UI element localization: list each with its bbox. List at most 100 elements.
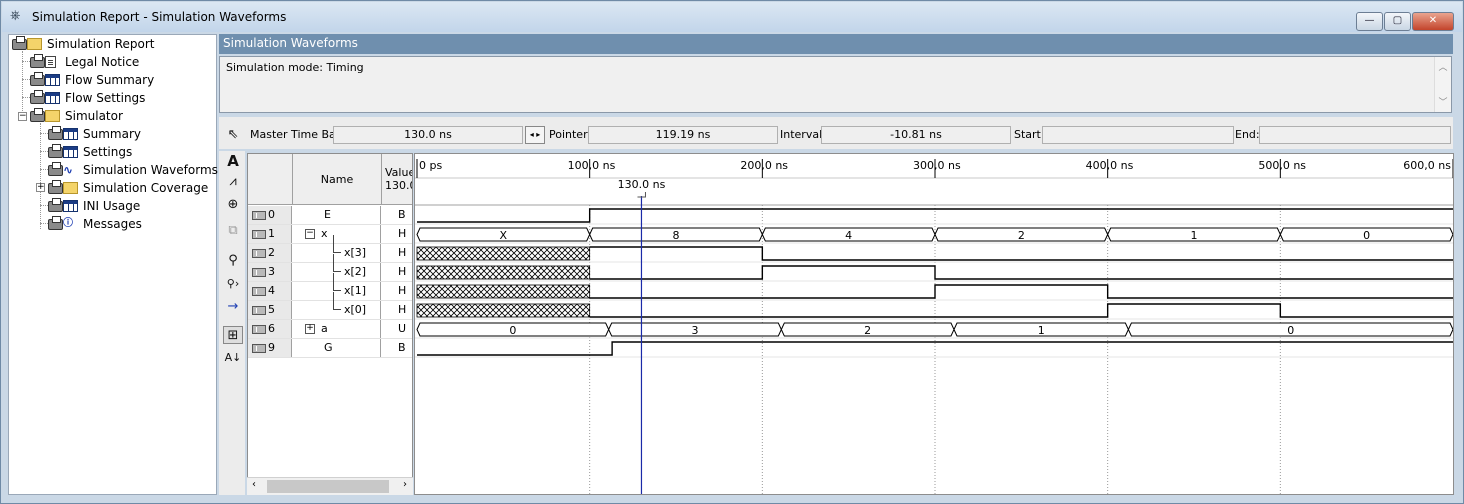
signal-id: 0	[248, 206, 292, 224]
sort-icon[interactable]: A↓	[223, 349, 243, 367]
copy-icon[interactable]: ⧉	[223, 222, 243, 240]
table-icon	[30, 90, 62, 105]
signal-row-G[interactable]: 9 G B	[248, 339, 412, 358]
tree-item-ini-usage[interactable]: INI Usage	[48, 197, 140, 215]
signal-row-x2[interactable]: 3 x[2] H	[248, 254, 412, 282]
tree-line	[40, 123, 41, 229]
id-column-header	[248, 154, 293, 205]
expand-coverage-icon[interactable]: +	[36, 183, 45, 192]
pin-icon	[252, 324, 266, 334]
signal-value: H	[398, 246, 407, 259]
tree-item-messages[interactable]: ⓘ Messages	[48, 215, 142, 233]
waveform-x2	[416, 265, 1453, 280]
document-icon	[30, 54, 62, 69]
pin-icon	[252, 267, 266, 277]
scroll-left-icon[interactable]: ‹	[252, 479, 256, 490]
time-bar-step-buttons[interactable]: ◂ ▸	[525, 126, 545, 144]
unknown-state	[416, 303, 591, 318]
signal-row-a[interactable]: 6 + a U	[248, 320, 412, 339]
bus-value-label: 2	[864, 324, 871, 337]
find-icon[interactable]: ⚲	[223, 252, 243, 270]
signal-name: x[0]	[293, 292, 381, 319]
signal-value: H	[398, 265, 407, 278]
signal-id: 6	[248, 320, 292, 338]
tree-item-legal-notice[interactable]: Legal Notice	[30, 53, 139, 71]
value-column-header[interactable]: Value 130.0	[382, 154, 412, 205]
unknown-state	[416, 246, 591, 261]
name-panel-scrollbar[interactable]: ‹ ›	[247, 477, 413, 495]
signal-id: 5	[248, 301, 292, 319]
start-field[interactable]	[1042, 126, 1234, 144]
waveform-x: X 8 4 2 1 0	[416, 227, 1453, 242]
scroll-down-icon[interactable]: ﹀	[1435, 95, 1451, 108]
find-next-icon[interactable]: ⚲›	[223, 275, 243, 293]
pin-icon	[252, 286, 266, 296]
pin-icon	[252, 210, 266, 220]
unknown-state	[416, 265, 591, 280]
expand-icon[interactable]: +	[305, 324, 315, 334]
minimize-button[interactable]: —	[1356, 12, 1383, 31]
signal-value: H	[398, 303, 407, 316]
tree-item-simulator[interactable]: Simulator	[30, 107, 123, 125]
tree-item-simulation-coverage[interactable]: Simulation Coverage	[48, 179, 208, 197]
signal-id: 4	[248, 282, 292, 300]
tree-item-flow-summary[interactable]: Flow Summary	[30, 71, 154, 89]
goto-icon[interactable]: →	[223, 298, 243, 316]
tree-branch	[333, 292, 341, 310]
maximize-button[interactable]: ▢	[1384, 12, 1411, 31]
tree-item-simulation-report[interactable]: Simulation Report	[12, 35, 155, 53]
window-title: Simulation Report - Simulation Waveforms	[32, 10, 287, 24]
collapse-simulator-icon[interactable]: −	[18, 112, 27, 121]
waveform-edit-icon[interactable]: ⩘	[223, 173, 243, 191]
select-icon[interactable]: ⇖	[223, 126, 243, 144]
collapse-icon[interactable]: −	[305, 229, 315, 239]
bus-value-label: 0	[1287, 324, 1294, 337]
tree-line	[22, 97, 30, 98]
mode-scrollbar[interactable]: ︿ ﹀	[1434, 57, 1451, 112]
zoom-icon[interactable]: ⊕	[223, 196, 243, 214]
signal-name-text: x[1]	[344, 284, 367, 297]
bus-value-label: 0	[1363, 229, 1370, 242]
waveform-panel[interactable]: 0 ps 100,0 ns 200,0 ns 300,0 ns 400,0 ns 500,…	[414, 153, 1454, 495]
pointer-label: Pointer:	[549, 128, 592, 141]
pointer-field[interactable]: 119.19 ns	[588, 126, 778, 144]
signal-value: U	[398, 322, 407, 335]
tree-item-simulation-waveforms[interactable]: ∿ Simulation Waveforms	[48, 161, 218, 179]
signal-row-x[interactable]: 1 − x H	[248, 225, 412, 244]
signal-name-text: x[2]	[344, 265, 367, 278]
title-bar[interactable]: ⎈ Simulation Report - Simulation Wavefor…	[2, 2, 1462, 32]
scroll-up-icon[interactable]: ︿	[1435, 60, 1451, 73]
signal-id: 3	[248, 263, 292, 281]
simulation-mode-text: Simulation mode: Timing	[226, 61, 364, 74]
tick-label: 100,0 ns	[568, 159, 616, 172]
master-time-bar-field[interactable]: 130.0 ns	[333, 126, 523, 144]
waveform-x1	[416, 284, 1453, 299]
waveform-canvas[interactable]: 0 ps 100,0 ns 200,0 ns 300,0 ns 400,0 ns 500,…	[415, 154, 1454, 495]
signal-row-E[interactable]: 0 E B	[248, 206, 412, 225]
name-column-header[interactable]: Name	[293, 154, 382, 205]
tree-item-flow-settings[interactable]: Flow Settings	[30, 89, 145, 107]
tree-item-summary[interactable]: Summary	[48, 125, 141, 143]
end-field[interactable]	[1259, 126, 1451, 144]
bus-value-label: 1	[1191, 229, 1198, 242]
bus-value-label: 1	[1038, 324, 1045, 337]
bus-value-label: 3	[691, 324, 698, 337]
close-button[interactable]: ✕	[1412, 12, 1454, 31]
tree-item-settings[interactable]: Settings	[48, 143, 132, 161]
table-icon	[48, 144, 80, 159]
signal-row-x3[interactable]: 2 x[3] H	[248, 235, 412, 263]
scroll-right-icon[interactable]: ›	[403, 479, 407, 490]
interval-field[interactable]: -10.81 ns	[821, 126, 1011, 144]
tree-line	[22, 61, 30, 62]
scroll-thumb[interactable]	[267, 480, 389, 493]
table-icon	[48, 126, 80, 141]
group-icon[interactable]: ⊞	[223, 326, 243, 344]
signal-id: 1	[248, 225, 292, 243]
signal-row-x0[interactable]: 5 x[0] H	[248, 292, 412, 320]
interval-label: Interval:	[780, 128, 826, 141]
master-time-bar-label: Master Time Bar:	[250, 128, 344, 141]
pin-icon	[252, 343, 266, 353]
text-icon[interactable]: A	[223, 152, 243, 170]
waveform-icon: ∿	[48, 162, 80, 177]
signal-row-x1[interactable]: 4 x[1] H	[248, 273, 412, 301]
